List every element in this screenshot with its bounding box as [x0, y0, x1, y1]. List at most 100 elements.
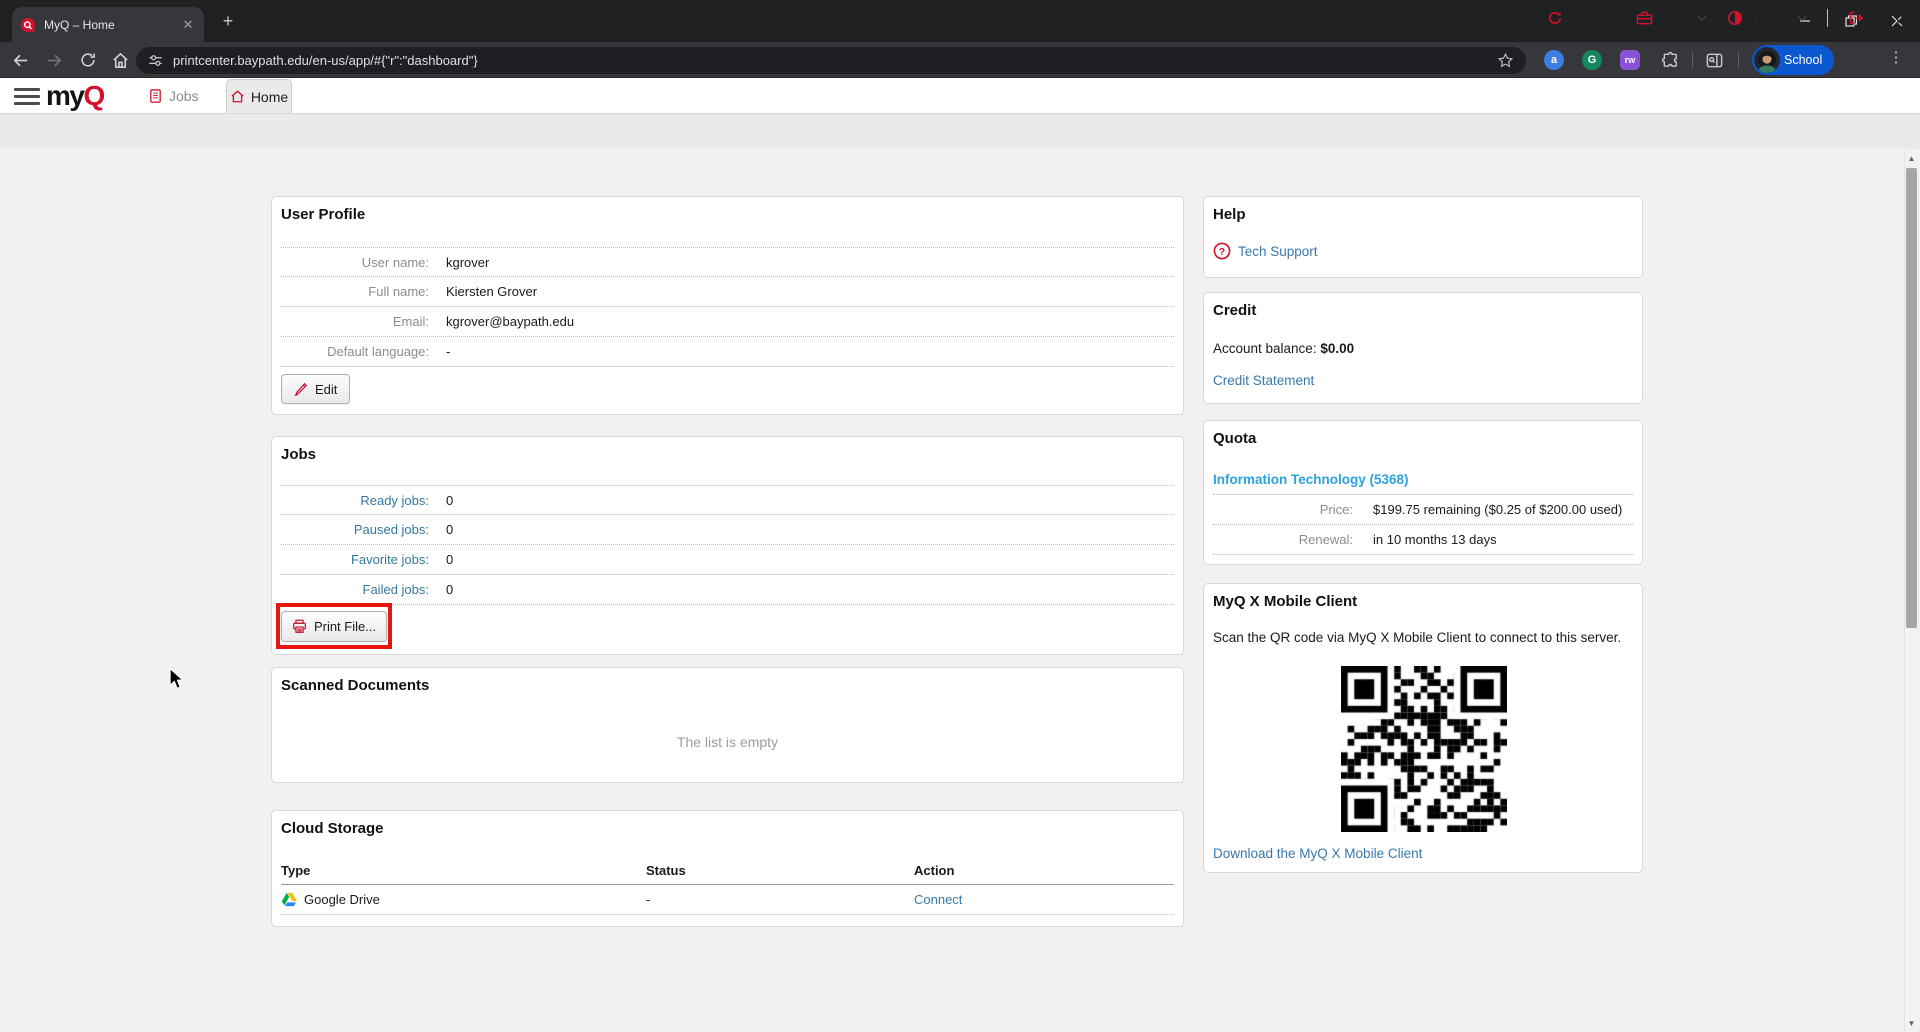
- scrollbar-up-arrow[interactable]: ▲: [1904, 151, 1919, 166]
- mobile-client-description: Scan the QR code via MyQ X Mobile Client…: [1213, 630, 1622, 645]
- field-label: Email:: [392, 314, 429, 329]
- bookmark-star-icon[interactable]: [1497, 52, 1514, 69]
- print-file-button[interactable]: Print File...: [280, 610, 388, 642]
- card-title: User Profile: [281, 206, 366, 223]
- failed-jobs-link[interactable]: Failed jobs:: [281, 582, 429, 597]
- field-value: $199.75 remaining ($0.25 of $200.00 used…: [1373, 502, 1623, 517]
- browser-window: MyQ – Home ✕ + printcenter.baypath.edu/e…: [0, 0, 1920, 1032]
- pencil-icon: [294, 382, 308, 396]
- extensions-puzzle-icon[interactable]: [1658, 48, 1682, 72]
- connect-link[interactable]: Connect: [914, 892, 962, 907]
- new-tab-button[interactable]: +: [216, 9, 240, 33]
- refresh-button[interactable]: Refresh: [1547, 10, 1616, 26]
- theme-menu-button[interactable]: Theme: [1727, 10, 1807, 26]
- column-header-action: Action: [914, 862, 955, 878]
- refresh-icon: [1549, 12, 1562, 24]
- side-panel-search-icon[interactable]: [1702, 48, 1726, 72]
- browser-menu-icon[interactable]: ⋮: [1884, 46, 1908, 70]
- field-label: Price:: [1319, 502, 1353, 517]
- reader-extension-icon[interactable]: a: [1542, 48, 1566, 72]
- tab-jobs[interactable]: Jobs: [148, 78, 199, 113]
- toolbar-divider: [1738, 52, 1739, 68]
- address-bar[interactable]: printcenter.baypath.edu/en-us/app/#{"r":…: [136, 47, 1526, 74]
- balance-value: $0.00: [1320, 341, 1355, 356]
- field-value: Kiersten Grover: [446, 284, 538, 299]
- field-value: 0: [446, 492, 454, 508]
- field-value: -: [446, 344, 451, 359]
- user-profile-card: User Profile User name: kgrover Full name…: [271, 196, 1184, 415]
- card-title: Scanned Documents: [281, 677, 430, 694]
- help-card: Help ? Tech Support: [1203, 196, 1643, 278]
- chevron-down-icon: [1797, 15, 1807, 21]
- table-row: Paused jobs: 0: [281, 515, 1174, 545]
- scrollbar-down-arrow[interactable]: ▼: [1904, 1016, 1919, 1031]
- card-title: Quota: [1213, 430, 1257, 447]
- field-label: Default language:: [327, 344, 429, 359]
- field-value: 0: [446, 552, 454, 567]
- grammarly-extension-icon[interactable]: G: [1580, 48, 1604, 72]
- card-title: Credit: [1213, 302, 1257, 319]
- tab-title: MyQ – Home: [44, 17, 115, 32]
- menu-hamburger-icon[interactable]: [14, 88, 40, 105]
- readwrite-extension-icon[interactable]: rw: [1618, 48, 1642, 72]
- logout-button[interactable]: Log out: [1848, 10, 1915, 26]
- table-row: User name: kgrover: [281, 247, 1174, 277]
- home-button[interactable]: [108, 48, 132, 72]
- theme-icon: [1727, 11, 1742, 25]
- reload-button[interactable]: [76, 48, 100, 72]
- field-label: Full name:: [368, 284, 429, 299]
- toolbar-divider: [1692, 52, 1693, 68]
- back-button[interactable]: [8, 48, 32, 72]
- edit-button[interactable]: Edit: [281, 374, 351, 404]
- empty-list-text: The list is empty: [676, 734, 779, 750]
- myq-logo[interactable]: myQ: [46, 80, 105, 112]
- field-value: 0: [446, 522, 454, 537]
- paused-jobs-link[interactable]: Paused jobs:: [281, 522, 429, 537]
- mobile-client-card: MyQ X Mobile Client Scan the QR code via…: [1203, 583, 1643, 873]
- qr-code: [1341, 666, 1507, 832]
- tab-jobs-label: Jobs: [169, 87, 199, 104]
- quota-group-link[interactable]: Information Technology (5368): [1213, 472, 1409, 487]
- annotation-highlight-box: Print File...: [276, 603, 392, 649]
- favorite-jobs-link[interactable]: Favorite jobs:: [281, 552, 429, 567]
- jobs-card: Jobs Ready jobs: 0 Paused jobs: 0 Favorite…: [271, 436, 1184, 655]
- credit-statement-link[interactable]: Credit Statement: [1213, 373, 1314, 388]
- tab-home[interactable]: Home: [226, 79, 292, 113]
- ready-jobs-link[interactable]: Ready jobs:: [281, 493, 429, 508]
- storage-status: -: [646, 892, 651, 907]
- site-settings-icon[interactable]: [148, 53, 163, 68]
- forward-button[interactable]: [42, 48, 66, 72]
- card-title: Cloud Storage: [281, 820, 384, 837]
- tech-support-link[interactable]: Tech Support: [1238, 244, 1318, 259]
- table-row: Full name: Kiersten Grover: [281, 277, 1174, 307]
- action-bar: [0, 113, 1920, 149]
- table-row: Favorite jobs: 0: [281, 545, 1174, 575]
- browser-tab[interactable]: MyQ – Home ✕: [12, 7, 204, 42]
- tab-close-icon[interactable]: ✕: [180, 17, 196, 33]
- balance-label: Account balance:: [1213, 341, 1317, 356]
- jobs-document-icon: [150, 88, 161, 103]
- field-value: in 10 months 13 days: [1373, 532, 1497, 547]
- field-value: 0: [446, 582, 454, 597]
- mouse-cursor: [168, 667, 186, 695]
- table-row: Ready jobs: 0: [281, 485, 1174, 515]
- download-client-link[interactable]: Download the MyQ X Mobile Client: [1213, 846, 1422, 861]
- tools-menu-button[interactable]: Tools: [1636, 10, 1707, 26]
- scrollbar-thumb[interactable]: [1906, 168, 1917, 628]
- profile-label: School: [1784, 53, 1823, 67]
- storage-type: Google Drive: [304, 892, 380, 907]
- svg-text:?: ?: [1219, 246, 1225, 258]
- url-text[interactable]: printcenter.baypath.edu/en-us/app/#{"r":…: [173, 53, 1487, 68]
- table-row: Email: kgrover@baypath.edu: [281, 307, 1174, 337]
- quota-card: Quota Information Technology (5368) Pric…: [1203, 420, 1643, 565]
- tab-home-label: Home: [250, 88, 289, 105]
- printer-icon: [293, 619, 306, 633]
- table-header-row: Type Status Action: [281, 856, 1174, 885]
- scanned-documents-card: Scanned Documents The list is empty: [271, 667, 1184, 783]
- card-title: MyQ X Mobile Client: [1213, 593, 1358, 610]
- field-value: kgrover@baypath.edu: [446, 314, 575, 329]
- browser-profile-chip[interactable]: School: [1752, 45, 1835, 75]
- google-drive-icon: [281, 892, 297, 907]
- help-question-icon: ?: [1213, 242, 1231, 260]
- field-value: kgrover: [446, 254, 490, 270]
